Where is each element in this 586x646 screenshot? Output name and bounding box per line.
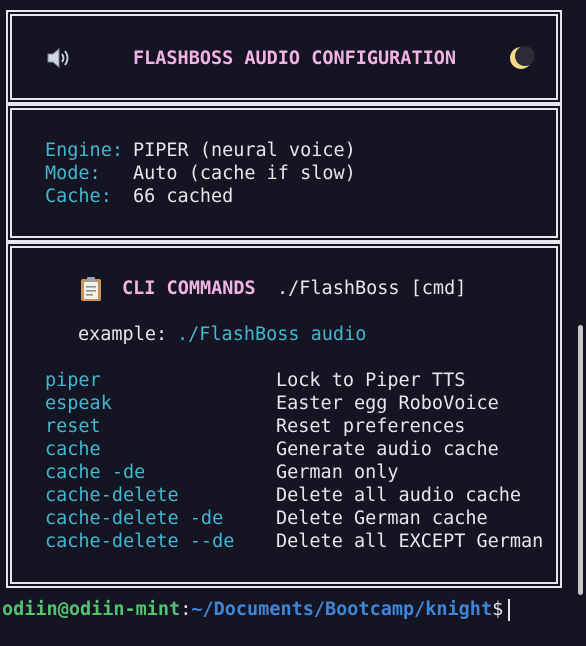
clipboard-icon	[81, 277, 101, 301]
command-name: cache-delete --de	[45, 531, 235, 552]
prompt-symbol: $	[492, 599, 504, 620]
command-description: Lock to Piper TTS	[276, 370, 466, 391]
text-cursor	[508, 599, 510, 621]
command-description: Delete all audio cache	[276, 485, 522, 506]
cache-value: 66 cached	[133, 186, 234, 207]
engine-label: Engine:	[45, 140, 123, 161]
cache-label: Cache:	[45, 186, 112, 207]
example-command: ./FlashBoss audio	[177, 324, 367, 345]
mode-value: Auto (cache if slow)	[133, 163, 356, 184]
command-name: cache-delete -de	[45, 508, 224, 529]
prompt-user-host: odiin@odiin-mint	[2, 599, 181, 620]
command-description: Generate audio cache	[276, 439, 499, 460]
crescent-moon-icon	[510, 46, 534, 69]
command-description: Delete all EXCEPT German	[276, 531, 544, 552]
command-description: German only	[276, 462, 399, 483]
command-name: espeak	[45, 393, 112, 414]
header-title: FLASHBOSS AUDIO CONFIGURATION	[133, 48, 457, 69]
engine-value: PIPER (neural voice)	[133, 140, 356, 161]
command-name: piper	[45, 370, 101, 391]
prompt-separator: :	[180, 599, 192, 620]
command-name: cache -de	[45, 462, 146, 483]
command-description: Easter egg RoboVoice	[276, 393, 499, 414]
shell-prompt[interactable]: odiin@odiin-mint:~/Documents/Bootcamp/kn…	[2, 598, 503, 621]
scrollbar-thumb[interactable]	[578, 325, 583, 595]
prompt-path: ~/Documents/Bootcamp/knight	[191, 599, 493, 620]
cli-heading: CLI COMMANDS	[122, 278, 256, 299]
command-name: cache	[45, 439, 101, 460]
command-name: reset	[45, 416, 101, 437]
command-description: Reset preferences	[276, 416, 466, 437]
command-description: Delete German cache	[276, 508, 488, 529]
example-label: example:	[78, 324, 168, 345]
speaker-icon	[47, 47, 69, 69]
cli-usage: ./FlashBoss [cmd]	[277, 278, 467, 299]
scrollbar[interactable]	[576, 0, 586, 646]
mode-label: Mode:	[45, 163, 101, 184]
command-name: cache-delete	[45, 485, 179, 506]
